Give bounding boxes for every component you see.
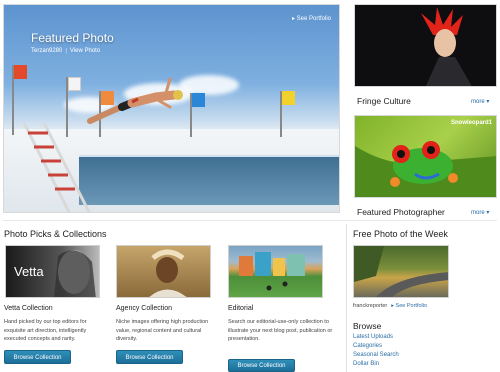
see-portfolio-label: See Portfolio — [395, 303, 428, 309]
agency-collection-desc: Niche images offering high production va… — [116, 319, 209, 342]
vetta-collection-desc: Hand picked by our top editors for exqui… — [4, 319, 87, 342]
editorial-browse-button[interactable]: Browse Collection — [228, 359, 295, 372]
column-divider — [346, 224, 347, 372]
free-photo-heading: Free Photo of the Week — [353, 229, 448, 239]
see-portfolio-label: See Portfolio — [296, 16, 331, 22]
vetta-browse-button[interactable]: Browse Collection — [4, 350, 71, 364]
featured-photographer-image[interactable]: Snowleopard1 — [354, 115, 497, 198]
browse-link-latest-uploads[interactable]: Latest Uploads — [353, 334, 393, 340]
agency-portrait — [149, 249, 187, 297]
featured-meta: Terzan9280 | View Photo — [31, 48, 101, 54]
collections-heading: Photo Picks & Collections — [4, 229, 107, 239]
free-photo-author-link[interactable]: franckreporter — [353, 303, 387, 309]
diver-figure — [87, 77, 183, 124]
fringe-culture-image[interactable] — [354, 4, 497, 87]
vetta-logo: Vetta — [14, 264, 44, 279]
editorial-desc: Search our editorial-use-only collection… — [228, 319, 333, 342]
featured-author-link[interactable]: Terzan9280 — [31, 48, 62, 54]
editorial-street — [239, 252, 305, 291]
browse-heading: Browse — [353, 321, 382, 331]
fringe-more-link[interactable]: more ▾ — [471, 98, 489, 105]
road-image — [354, 246, 448, 297]
ladder — [22, 123, 91, 212]
water-pool — [79, 155, 339, 205]
vetta-collection-image[interactable]: Vetta — [5, 245, 100, 298]
more-label: more — [471, 99, 485, 105]
agency-browse-button[interactable]: Browse Collection — [116, 350, 183, 364]
editorial-title: Editorial — [228, 305, 254, 312]
browse-link-categories[interactable]: Categories — [353, 343, 382, 349]
flag-red — [12, 65, 27, 135]
editorial-image[interactable] — [228, 245, 323, 298]
featured-photo[interactable]: Featured Photo Terzan9280 | View Photo ▸ S… — [3, 4, 340, 213]
divider — [3, 220, 497, 221]
more-label: more — [471, 210, 485, 216]
view-photo-link[interactable]: View Photo — [70, 48, 100, 54]
fringe-culture-title[interactable]: Fringe Culture — [357, 96, 411, 106]
browse-link-seasonal-search[interactable]: Seasonal Search — [353, 352, 399, 358]
photographer-more-link[interactable]: more ▾ — [471, 209, 489, 216]
free-photo-see-portfolio-link[interactable]: ▸ See Portfolio — [391, 303, 427, 309]
agency-collection-title: Agency Collection — [116, 305, 173, 312]
vetta-collection-title: Vetta Collection — [4, 305, 53, 312]
free-photo-meta: franckreporter ▸ See Portfolio — [353, 303, 427, 309]
featured-see-portfolio-link[interactable]: ▸ See Portfolio — [292, 15, 331, 22]
photographer-name[interactable]: Snowleopard1 — [451, 120, 492, 126]
flag-yellow — [280, 91, 295, 137]
frog-image — [355, 141, 496, 197]
browse-link-dollar-bin[interactable]: Dollar Bin — [353, 361, 379, 367]
free-photo-image[interactable] — [353, 245, 449, 298]
featured-photographer-title[interactable]: Featured Photographer — [357, 207, 445, 217]
featured-title: Featured Photo — [31, 31, 114, 45]
fringe-portrait — [421, 7, 472, 86]
agency-collection-image[interactable] — [116, 245, 211, 298]
